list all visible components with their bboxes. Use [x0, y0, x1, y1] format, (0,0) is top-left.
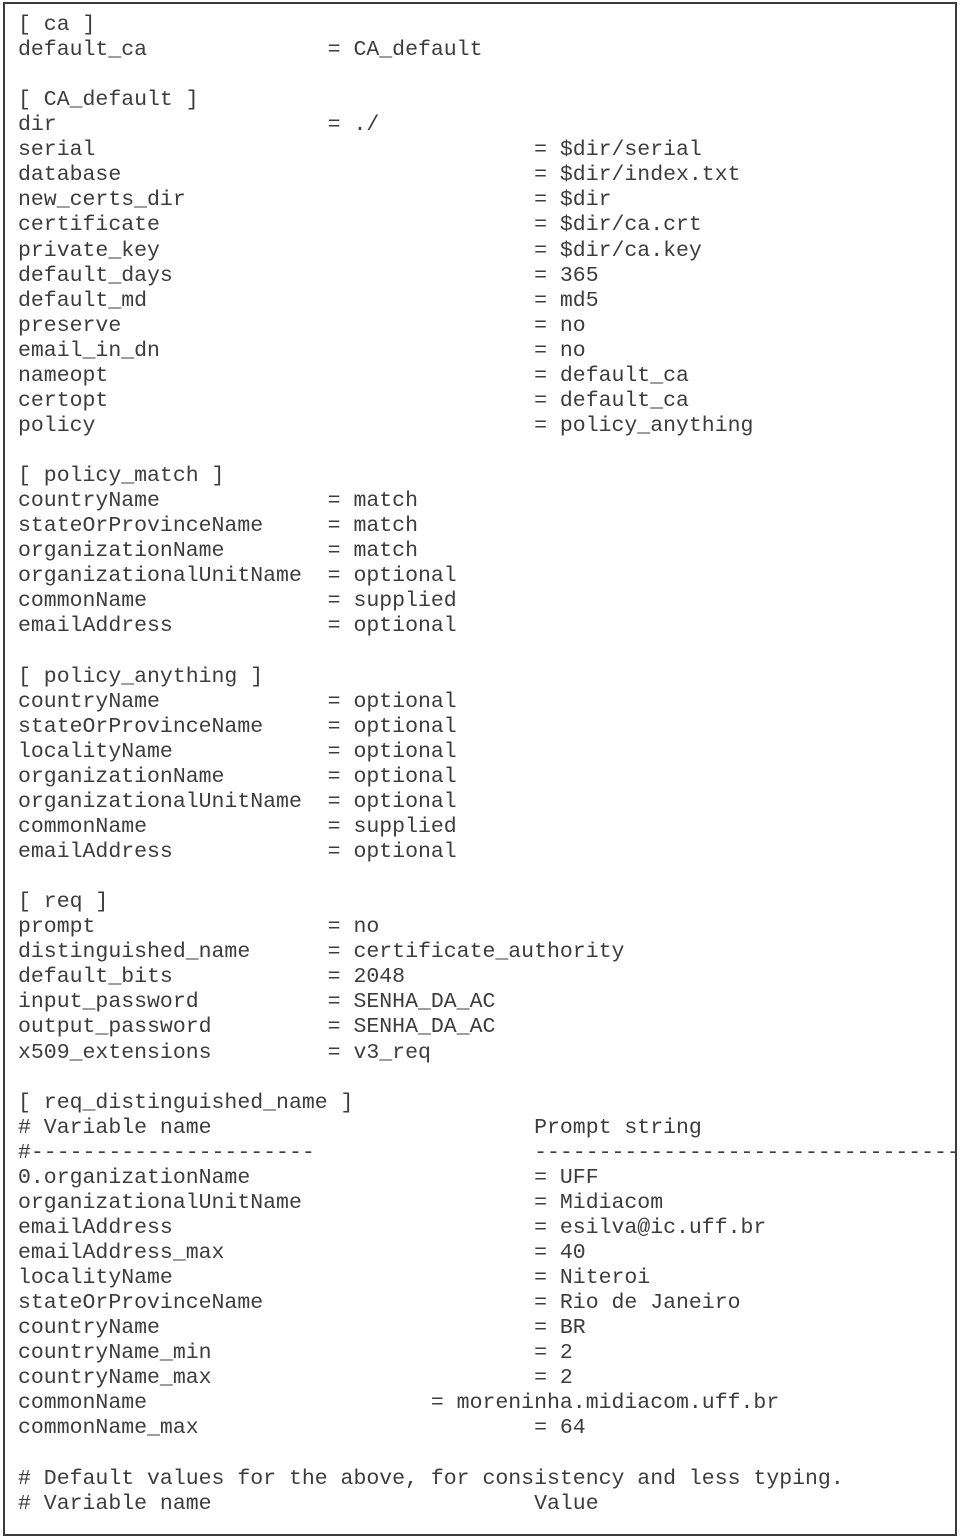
column-header-row: # Variable name Prompt string [18, 1115, 702, 1140]
section-header: [ policy_match ] [18, 464, 225, 489]
config-entry: commonName_max = 64 [18, 1416, 586, 1441]
section-header: [ req_distinguished_name ] [18, 1090, 354, 1115]
config-entry: prompt = no [18, 915, 380, 940]
config-entry: certopt = default_ca [18, 388, 689, 413]
config-entry: stateOrProvinceName = match [18, 514, 418, 539]
section-header: [ ca ] [18, 13, 96, 37]
config-entry: countryName = optional [18, 689, 457, 714]
config-entry: commonName = supplied [18, 814, 457, 839]
config-entry: localityName = optional [18, 739, 457, 764]
config-entry: distinguished_name = certificate_authori… [18, 940, 625, 965]
config-entry: organizationalUnitName = optional [18, 789, 457, 814]
rule-row: #---------------------- ----------------… [18, 1140, 957, 1165]
config-entry: default_days = 365 [18, 263, 599, 288]
config-entry: default_bits = 2048 [18, 965, 406, 990]
config-entry: organizationName = optional [18, 764, 457, 789]
config-entry: preserve = no [18, 313, 586, 338]
section-header: [ policy_anything ] [18, 664, 264, 689]
config-entry: output_password = SENHA_DA_AC [18, 1015, 496, 1040]
section-header: [ req ] [18, 890, 109, 915]
config-entry: commonName = moreninha.midiacom.uff.br [18, 1391, 780, 1416]
config-entry: certificate = $dir/ca.crt [18, 213, 702, 238]
config-entry: private_key = $dir/ca.key [18, 238, 702, 263]
config-entry: input_password = SENHA_DA_AC [18, 990, 496, 1015]
config-entry: database = $dir/index.txt [18, 163, 741, 188]
comment-line: # Default values for the above, for cons… [18, 1466, 844, 1491]
config-entry: countryName = BR [18, 1316, 586, 1341]
config-entry: email_in_dn = no [18, 338, 586, 363]
config-entry: emailAddress_max = 40 [18, 1240, 586, 1265]
config-entry: countryName_min = 2 [18, 1341, 573, 1366]
config-entry: policy = policy_anything [18, 413, 754, 438]
config-entry: new_certs_dir = $dir [18, 188, 612, 213]
config-entry: emailAddress = optional [18, 614, 457, 639]
config-entry: organizationName = match [18, 539, 418, 564]
code-listing-frame: [ ca ] default_ca = CA_default [ CA_defa… [3, 2, 957, 1536]
config-entry: organizationalUnitName = optional [18, 564, 457, 589]
config-entry: dir = ./ [18, 113, 380, 138]
config-entry: stateOrProvinceName = optional [18, 714, 457, 739]
config-entry: localityName = Niteroi [18, 1266, 651, 1291]
comment-column-header-row: # Variable name Value [18, 1491, 599, 1516]
config-entry: nameopt = default_ca [18, 363, 689, 388]
config-entry: emailAddress = optional [18, 840, 457, 865]
section-header: [ CA_default ] [18, 88, 199, 113]
config-entry: emailAddress = esilva@ic.uff.br [18, 1215, 767, 1240]
openssl-config-listing: [ ca ] default_ca = CA_default [ CA_defa… [5, 4, 955, 1517]
config-entry: commonName = supplied [18, 589, 457, 614]
config-entry: 0.organizationName = UFF [18, 1165, 599, 1190]
config-entry: default_ca = CA_default [18, 38, 483, 63]
config-entry: organizationalUnitName = Midiacom [18, 1190, 664, 1215]
config-entry: countryName = match [18, 489, 418, 514]
config-entry: serial = $dir/serial [18, 138, 702, 163]
config-entry: countryName_max = 2 [18, 1366, 573, 1391]
config-entry: default_md = md5 [18, 288, 599, 313]
config-entry: stateOrProvinceName = Rio de Janeiro [18, 1291, 741, 1316]
config-entry: x509_extensions = v3_req [18, 1040, 431, 1065]
